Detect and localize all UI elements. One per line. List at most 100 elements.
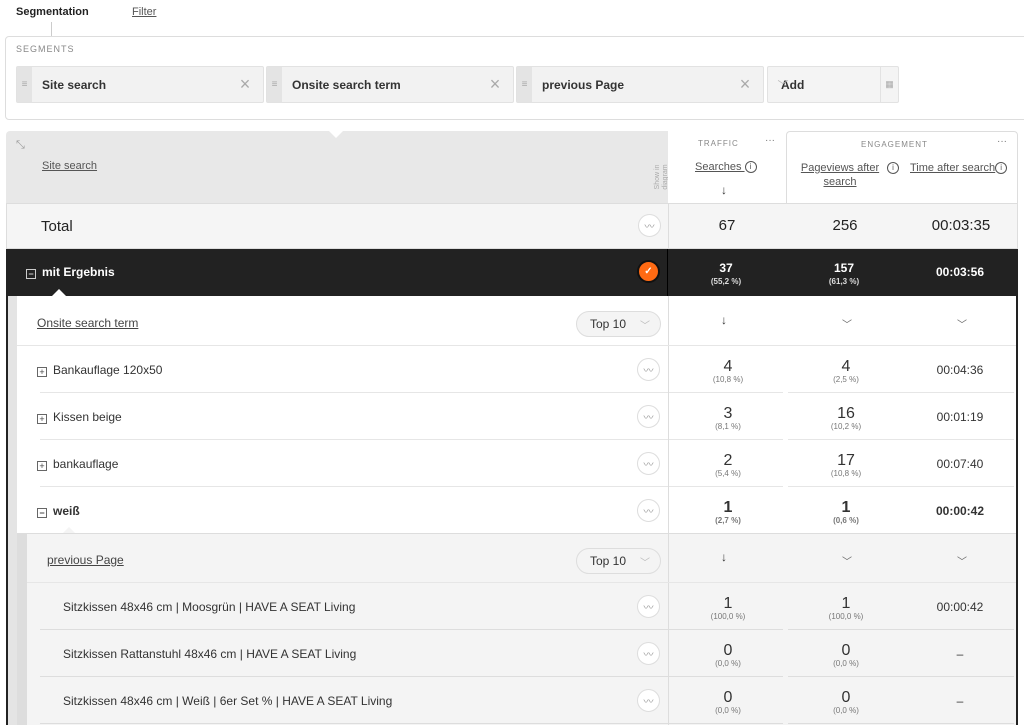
cell-value: 4 — [723, 358, 733, 375]
sort-desc-icon[interactable]: ↓ — [721, 550, 727, 564]
cell-value: 16 — [837, 405, 855, 422]
trend-icon[interactable]: 〰 — [637, 595, 660, 618]
divider — [40, 439, 668, 440]
divider — [40, 392, 668, 393]
total-row: Total 〰 67 256 00:03:35 — [6, 203, 1018, 249]
trend-icon[interactable]: 〰 — [637, 452, 660, 475]
top-n-select[interactable]: Top 10 ﹀ — [576, 311, 661, 337]
show-in-diagram-header: Show in diagram — [638, 131, 669, 203]
divider — [669, 676, 783, 677]
metric-header-pageviews[interactable]: Pageviews after search — [797, 161, 883, 189]
list-item-label[interactable]: Sitzkissen 48x46 cm | Weiß | 6er Set % |… — [63, 694, 392, 708]
chevron-down-icon: ﹀ — [640, 320, 650, 332]
divider — [669, 392, 783, 393]
divider — [788, 629, 1014, 630]
cell-value: 1 — [841, 499, 851, 516]
cell-pageviews: 157 (61,3 %) — [828, 261, 860, 286]
drag-handle-icon[interactable]: ≡ — [17, 67, 32, 102]
cell-value: 1 — [841, 595, 851, 612]
close-icon[interactable]: × — [727, 74, 763, 95]
trend-icon[interactable]: 〰 — [637, 358, 660, 381]
trend-icon[interactable]: 〰 — [637, 499, 660, 522]
cell-value: 1 — [723, 499, 733, 516]
divider — [669, 723, 783, 724]
total-label: Total — [41, 218, 73, 235]
level2-dimension-header[interactable]: previous Page — [47, 553, 124, 567]
trend-icon[interactable]: 〰 — [638, 214, 661, 237]
grid-icon[interactable]: ▦ — [880, 67, 898, 102]
metric-header-time[interactable]: Time after search i — [910, 161, 1008, 175]
divider — [40, 629, 668, 630]
total-searches: 67 — [718, 217, 736, 234]
cell-time: 00:03:56 — [935, 265, 985, 279]
list-item-label[interactable]: Sitzkissen Rattanstuhl 48x46 cm | HAVE A… — [63, 647, 356, 661]
add-segment-select[interactable]: Add ﹀ ▦ — [767, 66, 899, 103]
cell-percent: (5,4 %) — [715, 469, 741, 478]
cell-time: 00:00:42 — [935, 504, 985, 518]
chevron-down-icon[interactable]: ﹀ — [957, 553, 967, 568]
collapse-row-icon[interactable]: − — [26, 269, 36, 279]
tab-filter[interactable]: Filter — [132, 6, 156, 18]
level1-indent-band — [8, 296, 17, 725]
info-icon[interactable]: i — [887, 162, 899, 174]
cell-value: 0 — [723, 689, 733, 706]
dimension-header[interactable]: Site search — [42, 160, 97, 172]
cell-value: 0 — [723, 642, 733, 659]
cell-time: 00:00:42 — [936, 600, 984, 614]
info-icon[interactable]: i — [744, 161, 757, 174]
list-item-label[interactable]: Sitzkissen 48x46 cm | Moosgrün | HAVE A … — [63, 600, 355, 614]
row-label[interactable]: − mit Ergebnis — [26, 265, 115, 279]
drag-handle-icon[interactable]: ≡ — [267, 67, 282, 102]
chevron-down-icon[interactable]: ﹀ — [842, 553, 852, 568]
cell-percent: (2,7 %) — [715, 516, 741, 525]
collapse-icon[interactable]: ⤡ — [16, 139, 25, 152]
segment-chip-label: Site search — [42, 77, 107, 92]
sort-desc-icon[interactable]: ↓ — [721, 313, 727, 327]
divider — [669, 439, 783, 440]
cell-percent: (0,0 %) — [715, 659, 741, 668]
cell-searches: 37 (55,2 %) — [710, 261, 742, 286]
table-row-level0[interactable]: − mit Ergebnis ✓ 37 (55,2 %) 157 (61,3 %) 0… — [6, 249, 1018, 296]
cell-percent: (100,0 %) — [828, 612, 864, 621]
cell-value: 1 — [723, 595, 733, 612]
cell-time: 00:04:36 — [936, 363, 984, 377]
expand-row-icon[interactable]: + — [37, 461, 47, 471]
more-icon[interactable]: ··· — [765, 135, 775, 146]
info-icon[interactable]: i — [995, 162, 1008, 175]
tab-segmentation[interactable]: Segmentation — [16, 6, 89, 18]
segments-title: SEGMENTS — [16, 44, 75, 54]
list-item-label[interactable]: + Kissen beige — [37, 410, 122, 424]
chevron-down-icon[interactable]: ﹀ — [957, 316, 967, 331]
collapse-row-icon[interactable]: − — [37, 508, 47, 518]
segment-chip-label: Onsite search term — [292, 77, 401, 92]
close-icon[interactable]: × — [227, 74, 263, 95]
trend-icon[interactable]: 〰 — [637, 689, 660, 712]
metric-header-searches[interactable]: Searches i — [695, 160, 757, 174]
drag-handle-icon[interactable]: ≡ — [517, 67, 532, 102]
divider — [788, 723, 1014, 724]
segment-chip[interactable]: ≡ previous Page × — [516, 66, 764, 103]
total-pageviews: 256 — [832, 217, 858, 234]
expand-row-icon[interactable]: + — [37, 367, 47, 377]
sort-desc-icon[interactable]: ↓ — [721, 183, 727, 197]
cell-value: 17 — [837, 452, 855, 469]
trend-icon[interactable]: 〰 — [637, 642, 660, 665]
check-icon[interactable]: ✓ — [637, 260, 660, 283]
list-item-label[interactable]: + Bankauflage 120x50 — [37, 363, 162, 377]
segment-chip-label: previous Page — [542, 77, 625, 92]
chevron-down-icon[interactable]: ﹀ — [842, 316, 852, 331]
total-time: 00:03:35 — [931, 217, 991, 234]
segment-chip[interactable]: ≡ Onsite search term × — [266, 66, 514, 103]
segment-chip[interactable]: ≡ Site search × — [16, 66, 264, 103]
level1-dimension-header[interactable]: Onsite search term — [37, 316, 138, 330]
top-n-select[interactable]: Top 10 ﹀ — [576, 548, 661, 574]
close-icon[interactable]: × — [477, 74, 513, 95]
list-item-label[interactable]: + bankauflage — [37, 457, 118, 471]
cell-time: – — [956, 647, 964, 661]
cell-value: 0 — [841, 689, 851, 706]
list-item-label[interactable]: − weiß — [37, 504, 80, 518]
expand-row-icon[interactable]: + — [37, 414, 47, 424]
cell-percent: (0,0 %) — [715, 706, 741, 715]
trend-icon[interactable]: 〰 — [637, 405, 660, 428]
more-icon[interactable]: ··· — [997, 136, 1007, 147]
